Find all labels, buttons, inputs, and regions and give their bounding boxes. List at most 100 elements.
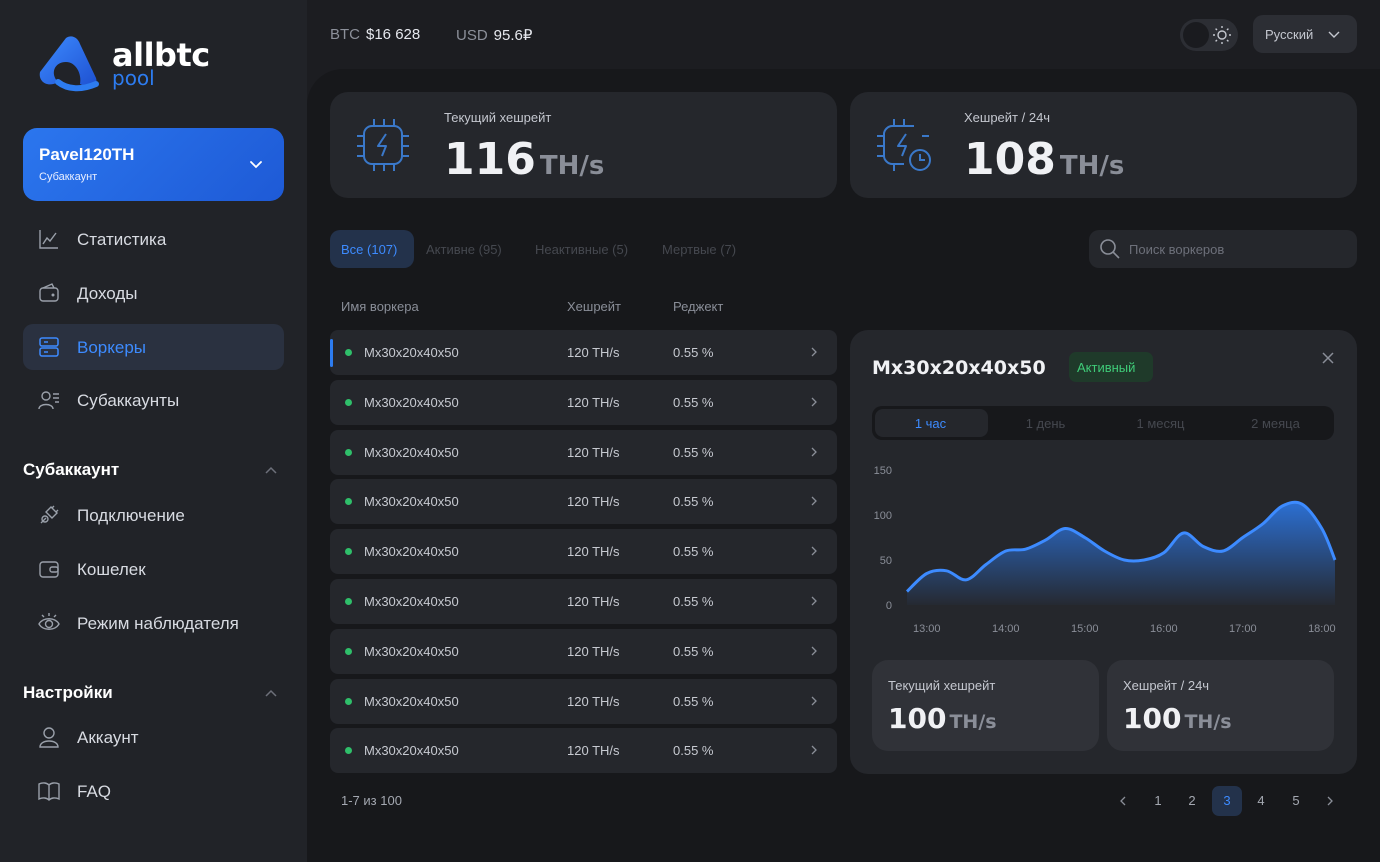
nav-item-statistics[interactable]: Статистика <box>23 216 284 262</box>
page-5[interactable]: 5 <box>1281 786 1311 816</box>
worker-name: Mx30x20x40x50 <box>364 694 459 709</box>
page-1[interactable]: 1 <box>1143 786 1173 816</box>
column-header-hashrate: Хешрейт <box>567 299 622 314</box>
nav-item-observer[interactable]: Режим наблюдателя <box>23 600 284 646</box>
period-2m[interactable]: 2 меяца <box>1218 416 1333 431</box>
close-icon[interactable] <box>1320 350 1336 366</box>
nav-item-workers[interactable]: Воркеры <box>23 324 284 370</box>
stat-value: 108 TH/s <box>964 134 1124 185</box>
tab-all[interactable]: Все (107) <box>330 230 414 268</box>
table-row[interactable]: Mx30x20x40x50 120 TH/s 0.55 % <box>330 479 837 524</box>
tab-dead[interactable]: Мертвые (7) <box>662 242 736 257</box>
pagination-info: 1-7 из 100 <box>341 793 402 808</box>
nav-item-label: FAQ <box>77 782 112 801</box>
section-subaccount: Субаккаунт <box>23 460 120 479</box>
account-name: Pavel120TH <box>39 145 135 164</box>
worker-detail-panel: Mx30x20x40x50 Активный 1 час 1 день 1 ме… <box>850 330 1357 774</box>
worker-reject: 0.55 % <box>673 644 714 659</box>
mini-title: Хешрейт / 24ч <box>1123 678 1210 693</box>
x-tick-label: 18:00 <box>1308 623 1336 635</box>
stat-number: 108 <box>964 134 1056 185</box>
nav-item-account[interactable]: Аккаунт <box>23 714 284 760</box>
usd-value: 95.6₽ <box>493 27 533 44</box>
chart-icon <box>39 230 58 249</box>
nav-item-label: Подключение <box>77 506 185 525</box>
chevron-right-icon <box>811 646 817 656</box>
mini-number: 100 <box>888 702 947 735</box>
search-box[interactable] <box>1089 230 1357 268</box>
period-selector: 1 час 1 день 1 месяц 2 меяца <box>872 406 1334 440</box>
worker-name: Mx30x20x40x50 <box>364 743 459 758</box>
tab-active[interactable]: Активне (95) <box>426 242 502 257</box>
column-header-name: Имя воркера <box>341 299 419 314</box>
selected-indicator <box>330 339 333 367</box>
status-dot <box>345 349 352 356</box>
page-2[interactable]: 2 <box>1177 786 1207 816</box>
worker-name: Mx30x20x40x50 <box>364 644 459 659</box>
nav-item-label: Кошелек <box>77 560 146 579</box>
page-4[interactable]: 4 <box>1246 786 1276 816</box>
table-row[interactable]: Mx30x20x40x50 120 TH/s 0.55 % <box>330 380 837 425</box>
status-dot <box>345 648 352 655</box>
mini-number: 100 <box>1123 702 1182 735</box>
chevron-up-icon[interactable] <box>263 685 279 701</box>
wallet-icon <box>39 561 59 578</box>
worker-hashrate: 120 TH/s <box>567 345 620 360</box>
wallet-icon <box>39 283 59 302</box>
status-dot <box>345 698 352 705</box>
tab-label: Все (107) <box>341 242 398 257</box>
sidebar: allbtc pool Pavel120TH Субаккаунт Статис… <box>0 0 307 862</box>
chevron-up-icon[interactable] <box>263 462 279 478</box>
status-dot <box>345 498 352 505</box>
stat-number: 116 <box>444 134 536 185</box>
search-icon <box>1100 239 1120 259</box>
nav-item-connection[interactable]: Подключение <box>23 492 284 538</box>
btc-ticker: BTC $16 628 <box>330 26 420 43</box>
search-input[interactable] <box>1129 240 1339 258</box>
tab-inactive[interactable]: Неактивные (5) <box>535 242 628 257</box>
stat-title: Текущий хешрейт <box>444 110 552 125</box>
logo[interactable]: allbtc pool <box>36 34 216 94</box>
period-1h[interactable]: 1 час <box>873 416 988 431</box>
table-row[interactable]: Mx30x20x40x50 120 TH/s 0.55 % <box>330 430 837 475</box>
detail-title: Mx30x20x40x50 <box>872 357 1046 379</box>
period-1d[interactable]: 1 день <box>988 416 1103 431</box>
nav-item-subaccounts[interactable]: Субаккаунты <box>23 377 284 423</box>
nav-item-label: Воркеры <box>77 338 147 357</box>
chevron-right-icon[interactable] <box>1324 795 1336 807</box>
table-row[interactable]: Mx30x20x40x50 120 TH/s 0.55 % <box>330 679 837 724</box>
nav-item-wallet[interactable]: Кошелек <box>23 546 284 592</box>
worker-reject: 0.55 % <box>673 445 714 460</box>
language-select[interactable]: Русский <box>1253 15 1357 53</box>
plug-icon <box>40 505 59 524</box>
usd-label: USD <box>456 27 488 44</box>
table-row[interactable]: Mx30x20x40x50 120 TH/s 0.55 % <box>330 728 837 773</box>
worker-reject: 0.55 % <box>673 594 714 609</box>
page-3[interactable]: 3 <box>1212 786 1242 816</box>
worker-name: Mx30x20x40x50 <box>364 494 459 509</box>
chip-icon <box>357 119 409 171</box>
worker-name: Mx30x20x40x50 <box>364 345 459 360</box>
worker-hashrate: 120 TH/s <box>567 743 620 758</box>
chevron-left-icon[interactable] <box>1117 795 1129 807</box>
nav-item-label: Аккаунт <box>77 728 139 747</box>
account-type: Субаккаунт <box>39 171 98 183</box>
table-row[interactable]: Mx30x20x40x50 120 TH/s 0.55 % <box>330 579 837 624</box>
table-row[interactable]: Mx30x20x40x50 120 TH/s 0.55 % <box>330 330 837 375</box>
worker-hashrate: 120 TH/s <box>567 694 620 709</box>
account-selector[interactable]: Pavel120TH Субаккаунт <box>23 128 284 201</box>
toggle-knob <box>1183 22 1209 48</box>
x-tick-label: 17:00 <box>1229 623 1257 635</box>
nav-item-income[interactable]: Доходы <box>23 270 284 316</box>
theme-toggle[interactable] <box>1180 19 1238 51</box>
chevron-right-icon <box>811 347 817 357</box>
logo-icon <box>39 36 99 92</box>
period-1m[interactable]: 1 месяц <box>1103 416 1218 431</box>
status-dot <box>345 747 352 754</box>
worker-hashrate: 120 TH/s <box>567 544 620 559</box>
chevron-right-icon <box>811 596 817 606</box>
table-row[interactable]: Mx30x20x40x50 120 TH/s 0.55 % <box>330 629 837 674</box>
table-row[interactable]: Mx30x20x40x50 120 TH/s 0.55 % <box>330 529 837 574</box>
nav-item-faq[interactable]: FAQ <box>23 768 284 814</box>
mini-unit: TH/s <box>949 711 997 733</box>
